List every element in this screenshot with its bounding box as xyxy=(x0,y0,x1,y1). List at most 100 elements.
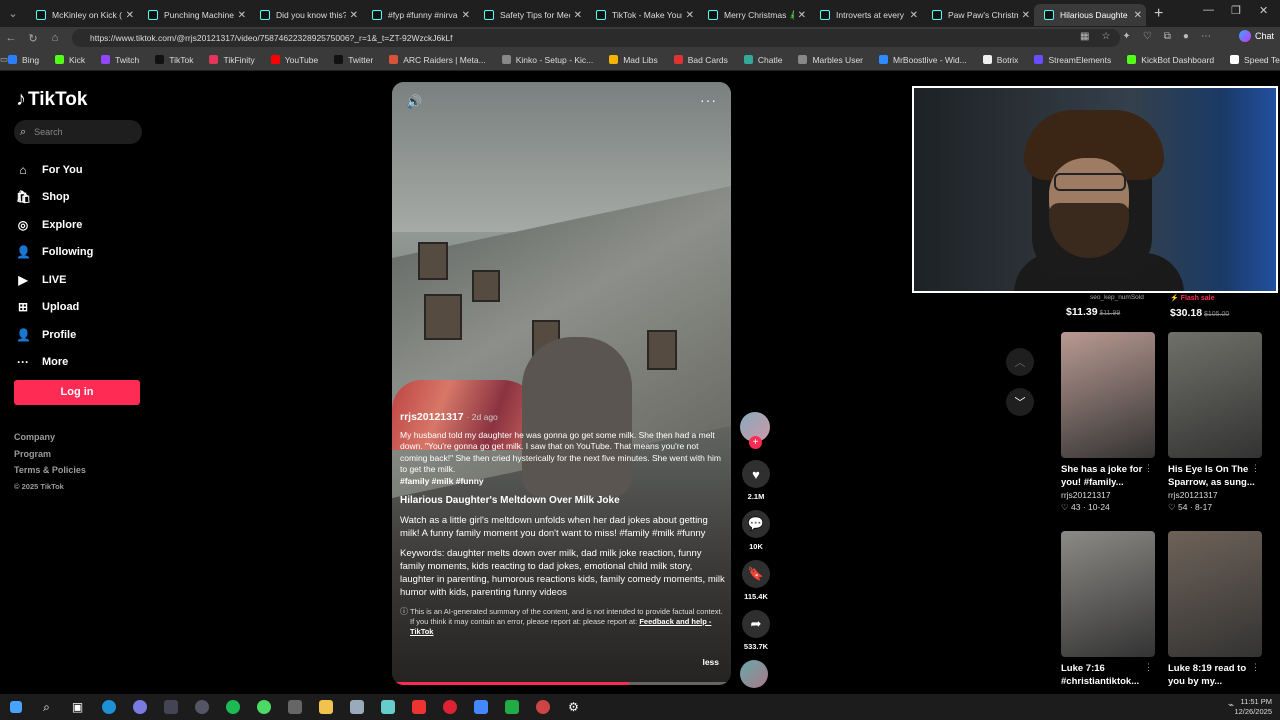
card-title[interactable]: Luke 7:16 #christiantiktok... xyxy=(1061,662,1157,688)
app-icon[interactable] xyxy=(434,694,465,720)
tab-close-icon[interactable]: ✕ xyxy=(126,10,134,21)
card-title[interactable]: Luke 8:19 read to you by my... xyxy=(1168,662,1264,688)
next-video-chevron-down-icon[interactable]: ﹀ xyxy=(1006,388,1034,416)
card-author[interactable]: rrjs20121317 xyxy=(1168,490,1264,500)
bookmark-item[interactable]: Kick xyxy=(55,55,85,65)
sidebar-item-following[interactable]: 👤 Following xyxy=(16,239,93,267)
browser-tab[interactable]: Paw Paw's Christmas G ✕ xyxy=(922,4,1034,26)
app-icon[interactable] xyxy=(186,694,217,720)
video-player[interactable]: 🔊 ··· rrjs20121317 · 2d ago My husband t… xyxy=(392,82,731,685)
bookmark-item[interactable]: Twitch xyxy=(101,55,139,65)
previous-video-chevron-up-icon[interactable]: ︿ xyxy=(1006,348,1034,376)
bookmarks-folder-icon[interactable]: ▭ xyxy=(0,54,8,65)
reload-icon[interactable]: ↻ xyxy=(22,32,44,45)
music-disc-icon[interactable] xyxy=(740,660,768,688)
bookmark-item[interactable]: Bad Cards xyxy=(673,55,728,65)
browser-tab[interactable]: Safety Tips for Mechan ✕ xyxy=(474,4,586,26)
bookmark-item[interactable]: KickBot Dashboard xyxy=(1127,55,1214,65)
sidebar-item-upload[interactable]: ⊞ Upload xyxy=(16,294,93,322)
app-icon[interactable] xyxy=(341,694,372,720)
card-more-icon[interactable]: ⋮ xyxy=(1144,463,1153,474)
browser-tab[interactable]: Did you know this? #c ✕ xyxy=(250,4,362,26)
tab-close-icon[interactable]: ✕ xyxy=(1134,10,1142,21)
shop-price-1[interactable]: seo_kep_numSold $11.39 $11.99 xyxy=(1066,294,1144,318)
card-title[interactable]: She has a joke for you! #family... xyxy=(1061,463,1157,489)
video-thumbnail[interactable] xyxy=(1168,332,1262,458)
bookmark-item[interactable]: TikTok xyxy=(155,55,193,65)
bookmark-item[interactable]: Marbles User xyxy=(798,55,863,65)
sidebar-item-shop[interactable]: 🛍 Shop xyxy=(16,184,93,212)
card-author[interactable]: rrjs20121317 xyxy=(1061,490,1157,500)
favorite-icon[interactable]: ☆ xyxy=(1101,31,1110,42)
browser-tab[interactable]: Merry Christmas 🎄😊 # ✕ xyxy=(698,4,810,26)
video-thumbnail[interactable] xyxy=(1061,332,1155,458)
browser-tab[interactable]: Punching Machine Fun ✕ xyxy=(138,4,250,26)
tab-close-icon[interactable]: ✕ xyxy=(574,10,582,21)
search-input[interactable]: ⌕ Search xyxy=(14,120,142,144)
tab-close-icon[interactable]: ✕ xyxy=(462,10,470,21)
bookmark-item[interactable]: YouTube xyxy=(270,55,318,65)
video-thumbnail[interactable] xyxy=(1168,531,1262,657)
video-hashtags[interactable]: #family #milk #funny xyxy=(400,476,726,488)
tiktok-logo[interactable]: ♪ TikTok xyxy=(16,88,87,111)
author-name[interactable]: rrjs20121317 xyxy=(400,411,464,423)
footer-company-link[interactable]: Company xyxy=(14,432,86,449)
spotify-icon[interactable] xyxy=(217,694,248,720)
bookmark-item[interactable]: Bing xyxy=(8,55,39,65)
bookmark-item[interactable]: TikFinity xyxy=(209,55,255,65)
tab-close-icon[interactable]: ✕ xyxy=(1022,10,1030,21)
less-button[interactable]: less xyxy=(702,657,719,667)
related-video-card[interactable]: His Eye Is On The Sparrow, as sung... ⋮ rr… xyxy=(1168,332,1264,513)
task-view-icon[interactable]: ▣ xyxy=(62,694,93,720)
bookmark-item[interactable]: Twitter xyxy=(334,55,373,65)
sidebar-item-for-you[interactable]: ⌂ For You xyxy=(16,156,93,184)
card-more-icon[interactable]: ⋮ xyxy=(1251,463,1260,474)
bookmark-item[interactable]: ARC Raiders | Meta... xyxy=(389,55,486,65)
new-tab-icon[interactable]: + xyxy=(1154,5,1163,23)
related-video-card[interactable]: Luke 7:16 #christiantiktok... ⋮ xyxy=(1061,531,1157,688)
login-button[interactable]: Log in xyxy=(14,380,140,405)
related-video-card[interactable]: Luke 8:19 read to you by my... ⋮ xyxy=(1168,531,1264,688)
sidebar-item-explore[interactable]: ◎ Explore xyxy=(16,211,93,239)
url-field[interactable]: https://www.tiktok.com/@rrjs20121317/vid… xyxy=(72,29,1120,47)
tab-close-icon[interactable]: ✕ xyxy=(910,10,918,21)
network-icon[interactable]: ⌁ xyxy=(1228,700,1234,711)
browser-essentials-icon[interactable]: ♡ xyxy=(1143,31,1152,42)
back-icon[interactable]: ← xyxy=(0,32,22,44)
sidebar-item-more[interactable]: ··· More xyxy=(16,349,93,377)
tab-menu-chevron-icon[interactable]: ⌄ xyxy=(0,7,26,20)
app-icon[interactable] xyxy=(124,694,155,720)
bookmarks-overflow-chevron-icon[interactable]: › xyxy=(1263,55,1266,65)
browser-tab[interactable]: #fyp #funny #nirvana # ✕ xyxy=(362,4,474,26)
maximize-icon[interactable]: ❐ xyxy=(1231,4,1241,17)
volume-icon[interactable]: 🔊 xyxy=(406,94,422,110)
bookmark-item[interactable]: Kinko - Setup - Kic... xyxy=(501,55,593,65)
settings-more-icon[interactable]: ⋯ xyxy=(1201,31,1211,42)
start-windows-icon[interactable] xyxy=(0,694,31,720)
video-more-icon[interactable]: ··· xyxy=(700,92,717,108)
card-more-icon[interactable]: ⋮ xyxy=(1144,662,1153,673)
footer-program-link[interactable]: Program xyxy=(14,449,86,466)
copilot-chat-button[interactable]: Chat xyxy=(1238,30,1274,42)
app-icon[interactable] xyxy=(372,694,403,720)
shop-price-2[interactable]: ⚡ Flash sale $30.18 $105.00 xyxy=(1170,294,1229,319)
app-icon[interactable] xyxy=(527,694,558,720)
footer-terms-link[interactable]: Terms & Policies xyxy=(14,465,86,482)
collections-icon[interactable]: ⧉ xyxy=(1164,31,1171,42)
sidebar-item-live[interactable]: ▶ LIVE xyxy=(16,266,93,294)
taskbar-search-icon[interactable]: ⌕ xyxy=(31,694,62,720)
video-progress-bar[interactable] xyxy=(392,682,731,685)
card-title[interactable]: His Eye Is On The Sparrow, as sung... xyxy=(1168,463,1264,489)
split-screen-icon[interactable]: ▦ xyxy=(1080,31,1089,42)
related-video-card[interactable]: She has a joke for you! #family... ⋮ rrjs2… xyxy=(1061,332,1157,513)
bookmark-item[interactable]: Botrix xyxy=(982,55,1018,65)
home-icon[interactable]: ⌂ xyxy=(44,32,66,44)
tab-close-icon[interactable]: ✕ xyxy=(798,10,806,21)
comment-icon[interactable]: 💬 xyxy=(742,510,770,538)
card-more-icon[interactable]: ⋮ xyxy=(1251,662,1260,673)
sidebar-item-profile[interactable]: 👤 Profile xyxy=(16,321,93,349)
video-thumbnail[interactable] xyxy=(1061,531,1155,657)
tab-close-icon[interactable]: ✕ xyxy=(238,10,246,21)
app-icon[interactable] xyxy=(496,694,527,720)
app-icon[interactable] xyxy=(403,694,434,720)
